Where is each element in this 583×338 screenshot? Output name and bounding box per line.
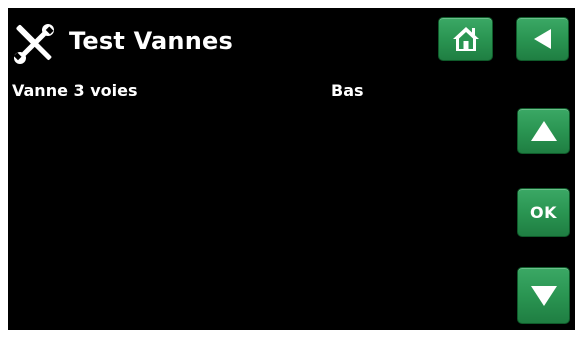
ok-button-label: OK <box>530 203 557 222</box>
page-title: Test Vannes <box>69 27 233 55</box>
back-arrow-icon <box>530 26 556 52</box>
tools-icon <box>12 22 56 66</box>
scroll-up-button[interactable] <box>517 108 570 154</box>
back-button[interactable] <box>516 17 569 61</box>
ok-button[interactable]: OK <box>517 188 570 237</box>
display-screen: Test Vannes Vanne 3 voies Bas OK <box>8 8 575 330</box>
scroll-down-button[interactable] <box>517 267 570 324</box>
home-button[interactable] <box>438 17 493 61</box>
home-icon <box>451 24 481 54</box>
valve-row-label: Vanne 3 voies <box>12 81 138 100</box>
valve-row-value[interactable]: Bas <box>331 81 364 100</box>
up-arrow-icon <box>529 119 559 143</box>
down-arrow-icon <box>529 284 559 308</box>
